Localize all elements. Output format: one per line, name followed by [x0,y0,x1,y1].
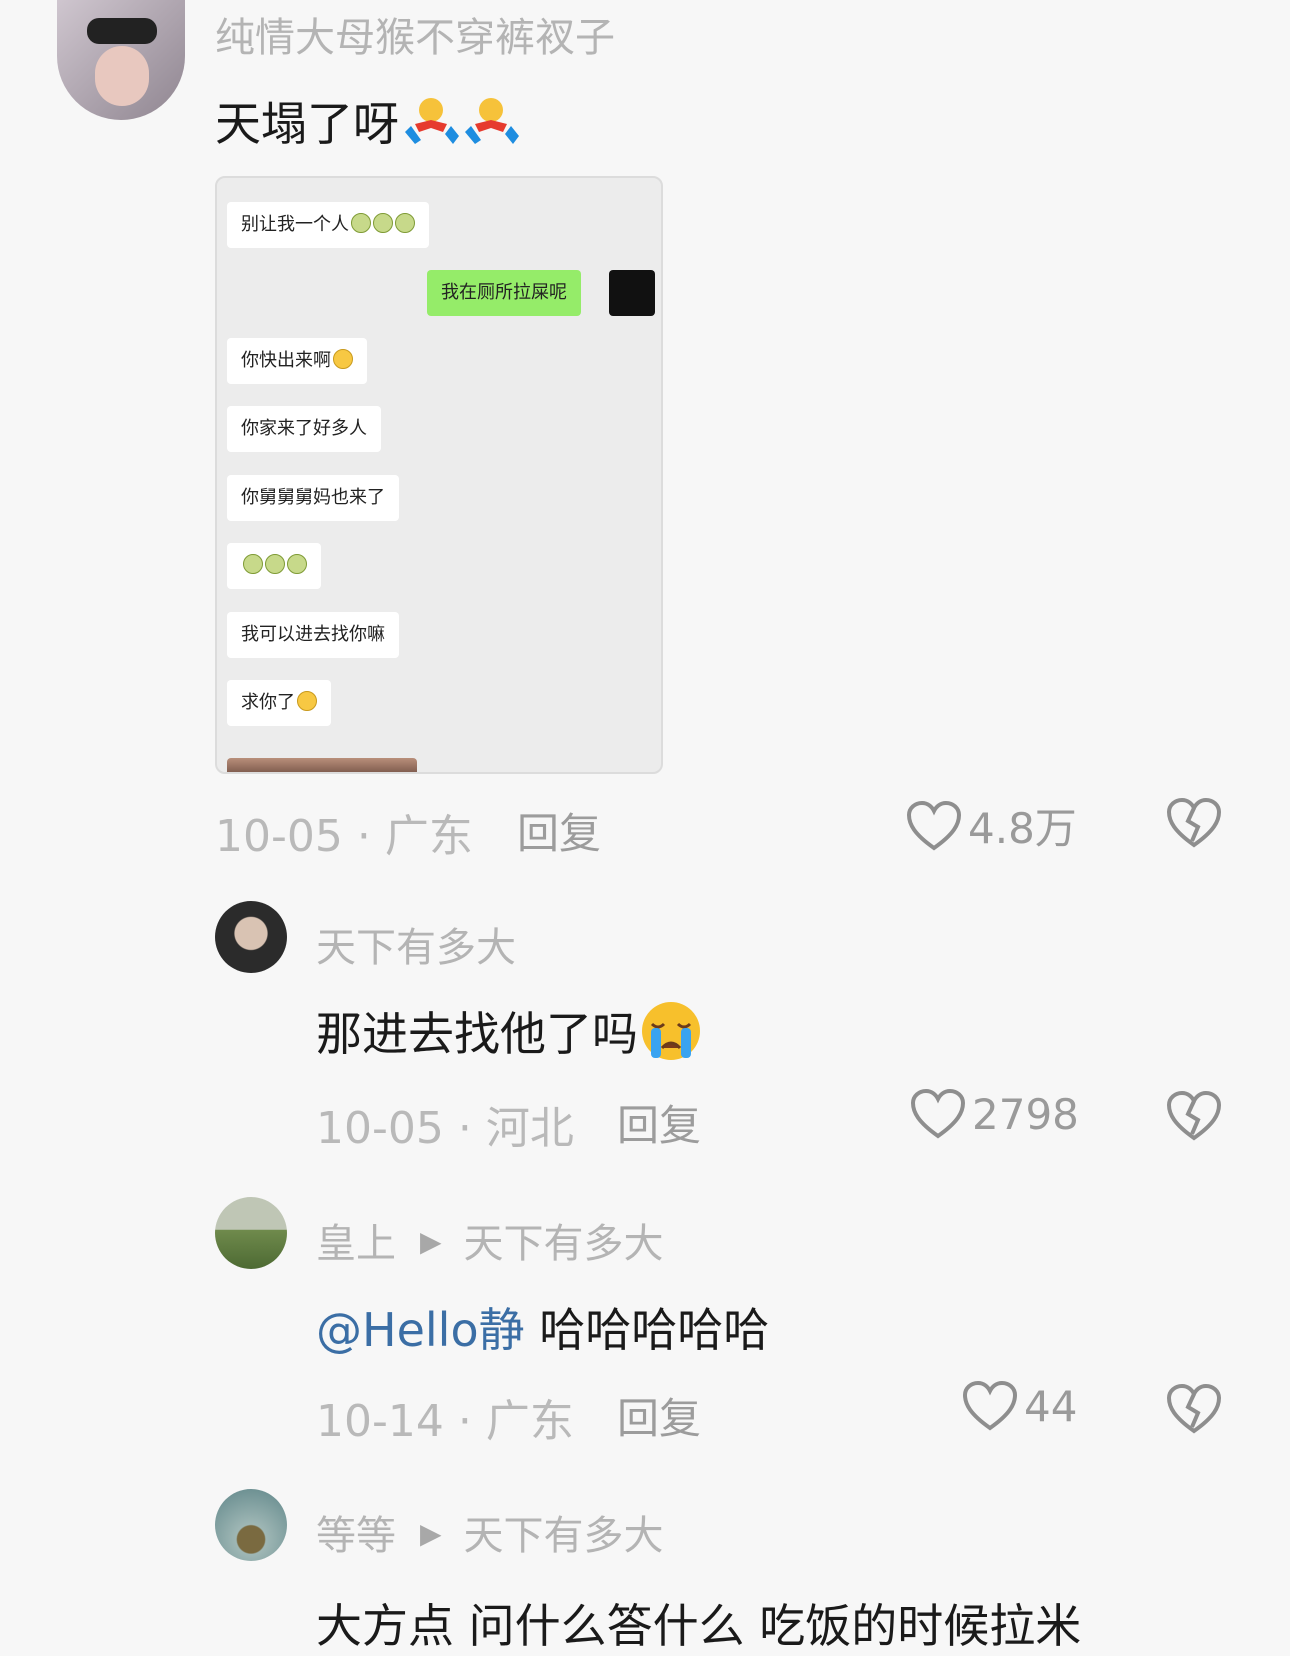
cry-icon [287,554,307,574]
dislike-icon[interactable] [1166,1383,1222,1435]
comment-location: 河北 [485,1103,574,1154]
comment-text: 大方点 问什么答什么 吃饭的时候拉米 [316,1599,1082,1653]
comment-location: 广东 [485,1396,574,1447]
comment-meta: 10-05 · 河北 [316,1103,574,1154]
comment-text: 天塌了呀 [215,88,521,154]
comment-text: 那进去找他了吗 [316,998,704,1064]
cry-icon [243,554,263,574]
chat-bubble: 你快出来啊 [227,338,367,384]
comment-username-row: 等等 ▶ 天下有多大 [316,1503,664,1561]
heart-icon [906,800,962,850]
chat-bubble-text: 我可以进去找你嘛 [241,624,385,645]
heart-icon [962,1380,1018,1431]
reply-to-username[interactable]: 天下有多大 [464,1513,664,1559]
cry-icon [351,213,371,233]
sticker-icon [401,96,461,148]
crying-face-icon [638,1000,704,1062]
chat-bubble: 求你了 [227,680,331,726]
reply-button[interactable]: 回复 [617,1092,701,1153]
reply-arrow-icon: ▶ [420,1517,442,1550]
comment-text-body: 那进去找他了吗 [316,1007,638,1061]
comment-username[interactable]: 天下有多大 [316,915,516,973]
comment-date: 10-05 [215,811,343,862]
comment-text-body: 天塌了呀 [215,97,399,151]
comment-text: @Hello静 哈哈哈哈哈 [316,1294,769,1360]
chat-bubble-text: 别让我一个人 [241,214,349,235]
like-button[interactable]: 44 [962,1380,1077,1432]
comment-username[interactable]: 等等 [316,1513,396,1559]
avatar[interactable] [215,901,287,973]
comment-username[interactable]: 纯情大母猴不穿裤衩子 [215,5,615,63]
chat-bubble: 别让我一个人 [227,202,429,248]
cry-icon [395,213,415,233]
chat-bubble-text: 你家来了好多人 [241,418,367,439]
comment-location: 广东 [384,811,473,862]
comment-text-body: 哈哈哈哈哈 [524,1303,770,1357]
chat-bubble-text: 你舅舅舅妈也来了 [241,487,385,508]
reply-arrow-icon: ▶ [420,1225,442,1258]
reply-button[interactable]: 回复 [617,1385,701,1446]
dislike-icon[interactable] [1166,797,1222,849]
avatar[interactable] [215,1197,287,1269]
like-count: 44 [1024,1381,1078,1431]
chat-bubble-text: 你快出来啊 [241,350,331,371]
comment-meta: 10-14 · 广东 [316,1396,574,1447]
comment-date: 10-14 [316,1396,444,1447]
like-button[interactable]: 2798 [910,1088,1079,1140]
chat-bubble: 我可以进去找你嘛 [227,612,399,658]
comment-username-row: 皇上 ▶ 天下有多大 [316,1211,664,1269]
like-count: 2798 [972,1089,1079,1139]
chat-cutoff-image [227,758,417,772]
avatar[interactable] [215,1489,287,1561]
chat-bubble [227,543,321,589]
mention-link[interactable]: @Hello静 [316,1303,525,1357]
heart-icon [910,1088,966,1139]
avatar[interactable] [57,0,185,120]
chat-bubble: 我在厕所拉屎呢 [427,270,581,316]
chat-bubble: 你家来了好多人 [227,406,381,452]
reply-to-username[interactable]: 天下有多大 [464,1221,664,1267]
pleading-icon [297,691,317,711]
comment-date: 10-05 [316,1103,444,1154]
comment-meta: 10-05 · 广东 [215,811,473,862]
cry-icon [265,554,285,574]
comment-username[interactable]: 皇上 [316,1221,396,1267]
chat-bubble-text: 我在厕所拉屎呢 [441,282,567,303]
sticker-icon [461,96,521,148]
chat-bubble: 你舅舅舅妈也来了 [227,475,399,521]
chat-bubble-text: 求你了 [241,692,295,713]
angry-icon [333,349,353,369]
like-count: 4.8万 [968,804,1077,853]
chat-avatar [609,270,655,316]
chat-screenshot-image[interactable]: 别让我一个人 我在厕所拉屎呢 你快出来啊 你家来了好多人 你舅舅舅妈也来了 我可… [215,176,663,774]
reply-button[interactable]: 回复 [517,800,601,861]
dislike-icon[interactable] [1166,1090,1222,1142]
like-button[interactable]: 4.8万 [906,795,1077,856]
cry-icon [373,213,393,233]
